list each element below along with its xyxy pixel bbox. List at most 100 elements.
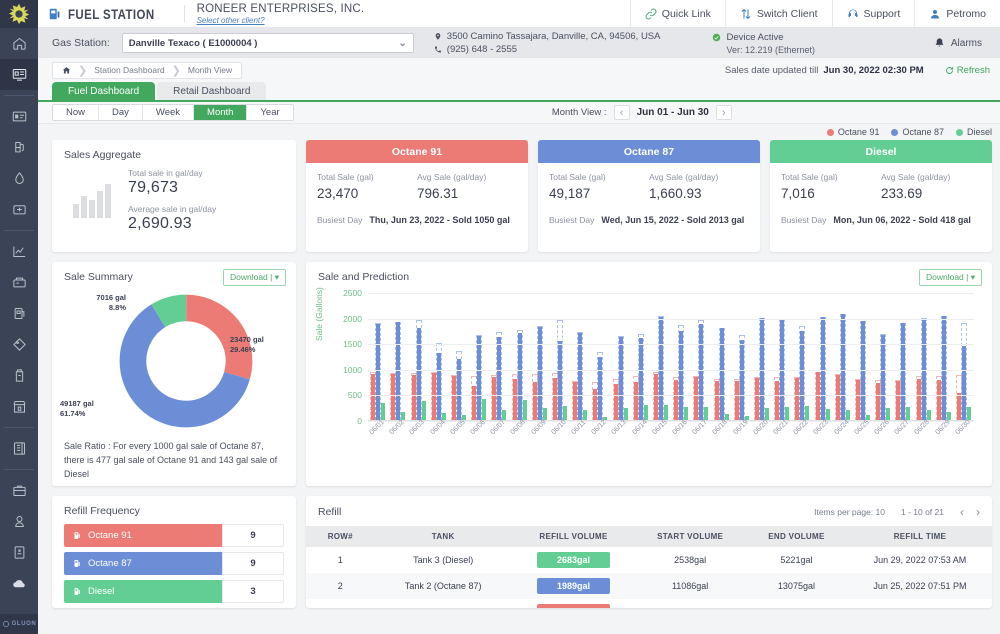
bar-group[interactable]: [388, 293, 408, 420]
download-button-sale-prediction[interactable]: Download | ▾: [919, 269, 982, 286]
chevron-right-icon[interactable]: ›: [976, 505, 980, 519]
bar-group[interactable]: [469, 293, 489, 420]
bar[interactable]: [538, 327, 542, 420]
user-menu-button[interactable]: Petromo: [914, 0, 1000, 27]
bar-group[interactable]: [651, 293, 671, 420]
sidebar-item-home[interactable]: [0, 28, 38, 59]
chevron-right-icon[interactable]: ›: [716, 105, 732, 120]
table-column-header[interactable]: END VOLUME: [745, 526, 848, 547]
table-column-header[interactable]: START VOLUME: [635, 526, 745, 547]
quick-link-button[interactable]: Quick Link: [630, 0, 725, 27]
tab-fuel-dashboard[interactable]: Fuel Dashboard: [52, 82, 155, 100]
bar-group[interactable]: [691, 293, 711, 420]
bar-group[interactable]: [954, 293, 974, 420]
bar[interactable]: [841, 314, 845, 420]
switch-client-button[interactable]: Switch Client: [725, 0, 832, 27]
sidebar-item-fuel-pump[interactable]: [0, 298, 38, 329]
bar[interactable]: [619, 337, 623, 420]
bar-group[interactable]: [530, 293, 550, 420]
refill-frequency-row-diesel[interactable]: Diesel 3: [64, 580, 284, 603]
sidebar-item-price-tag[interactable]: [0, 329, 38, 360]
breadcrumb-home[interactable]: [55, 66, 78, 75]
bar[interactable]: [639, 338, 643, 420]
chevron-left-icon[interactable]: ‹: [614, 105, 630, 120]
sidebar-item-devices[interactable]: [0, 537, 38, 568]
tab-retail-dashboard[interactable]: Retail Dashboard: [157, 82, 266, 100]
bar[interactable]: [437, 353, 441, 420]
table-column-header[interactable]: TANK: [375, 526, 512, 547]
bar-group[interactable]: [570, 293, 590, 420]
refresh-button[interactable]: Refresh: [945, 65, 990, 76]
sidebar-item-cloud[interactable]: [0, 568, 38, 599]
sidebar-item-pos[interactable]: [0, 267, 38, 298]
sidebar-item-analytics[interactable]: [0, 236, 38, 267]
select-other-client-link[interactable]: Select other client?: [197, 16, 365, 25]
bar[interactable]: [598, 357, 602, 420]
bar[interactable]: [558, 341, 562, 420]
bar[interactable]: [659, 317, 663, 420]
sidebar-item-droplet[interactable]: [0, 163, 38, 194]
bar-group[interactable]: [913, 293, 933, 420]
bar[interactable]: [518, 333, 522, 420]
bar-group[interactable]: [732, 293, 752, 420]
breadcrumb-item-station-dashboard[interactable]: Station Dashboard: [87, 65, 171, 75]
star-logo-icon[interactable]: [0, 0, 38, 28]
period-day[interactable]: Day: [99, 105, 143, 120]
bar[interactable]: [699, 324, 703, 420]
bar[interactable]: [417, 328, 421, 420]
download-button-sale-summary[interactable]: Download | ▾: [223, 269, 286, 286]
sidebar-item-reports[interactable]: [0, 101, 38, 132]
bar-group[interactable]: [934, 293, 954, 420]
sidebar-item-store[interactable]: [0, 391, 38, 422]
bar-group[interactable]: [873, 293, 893, 420]
bar[interactable]: [821, 317, 825, 420]
bar[interactable]: [942, 316, 946, 420]
bar[interactable]: [396, 322, 400, 420]
bar-group[interactable]: [833, 293, 853, 420]
bar[interactable]: [376, 324, 380, 420]
sidebar-item-ledger[interactable]: [0, 433, 38, 464]
bar-group[interactable]: [711, 293, 731, 420]
bar-group[interactable]: [610, 293, 630, 420]
table-column-header[interactable]: ROW#: [306, 526, 375, 547]
bar[interactable]: [578, 333, 582, 420]
items-per-page-label[interactable]: Items per page: 10: [814, 507, 885, 517]
table-column-header[interactable]: REFILL TIME: [848, 526, 992, 547]
bar[interactable]: [457, 359, 461, 420]
alarms-button[interactable]: Alarms: [934, 37, 992, 49]
bar-group[interactable]: [792, 293, 812, 420]
bar-group[interactable]: [631, 293, 651, 420]
bar-group[interactable]: [812, 293, 832, 420]
bar-group[interactable]: [489, 293, 509, 420]
table-column-header[interactable]: REFILL VOLUME: [512, 526, 635, 547]
bar-group[interactable]: [590, 293, 610, 420]
sidebar-item-maintenance[interactable]: [0, 360, 38, 391]
bar-group[interactable]: [772, 293, 792, 420]
refill-frequency-row-octane-91[interactable]: Octane 91 9: [64, 524, 284, 547]
bar[interactable]: [477, 336, 481, 420]
period-month[interactable]: Month: [194, 105, 247, 120]
bar-group[interactable]: [893, 293, 913, 420]
refill-frequency-row-octane-87[interactable]: Octane 87 9: [64, 552, 284, 575]
gas-station-select[interactable]: Danville Texaco ( E1000004 ) ⌄: [122, 33, 414, 53]
bar-group[interactable]: [752, 293, 772, 420]
bar-group[interactable]: [408, 293, 428, 420]
bar[interactable]: [881, 335, 885, 420]
bar[interactable]: [720, 328, 724, 420]
breadcrumb-item-month-view[interactable]: Month View: [181, 65, 239, 75]
bar-group[interactable]: [550, 293, 570, 420]
bar[interactable]: [740, 340, 744, 420]
bar-group[interactable]: [368, 293, 388, 420]
sidebar-item-alerts[interactable]: [0, 506, 38, 537]
bar-group[interactable]: [509, 293, 529, 420]
period-year[interactable]: Year: [247, 105, 292, 120]
support-button[interactable]: Support: [832, 0, 915, 27]
bar[interactable]: [901, 323, 905, 420]
bar-group[interactable]: [449, 293, 469, 420]
bar-group[interactable]: [853, 293, 873, 420]
bar-group[interactable]: [429, 293, 449, 420]
period-week[interactable]: Week: [143, 105, 194, 120]
sidebar-item-fuel-nozzle[interactable]: [0, 132, 38, 163]
bar[interactable]: [962, 346, 966, 420]
bar[interactable]: [497, 337, 501, 420]
